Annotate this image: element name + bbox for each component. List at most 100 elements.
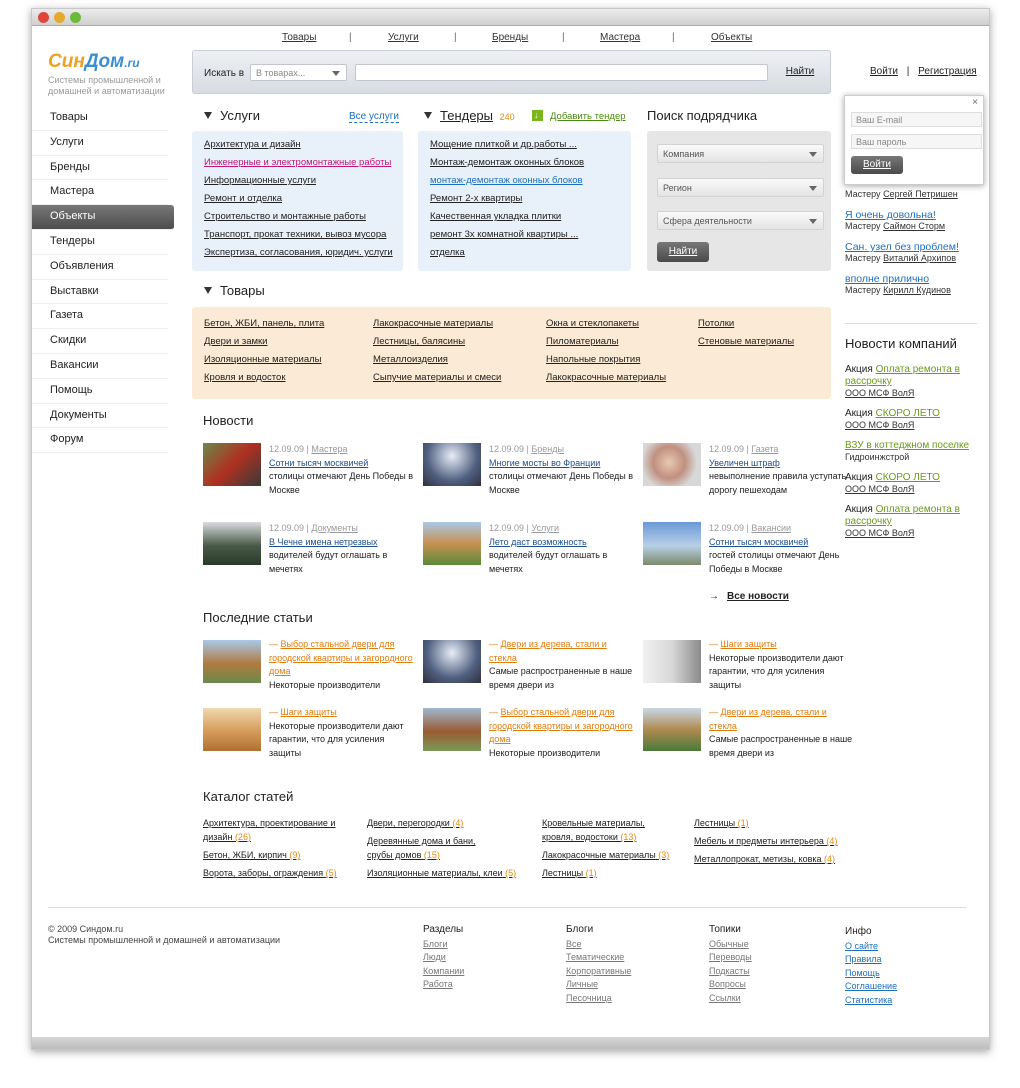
goods-link[interactable]: Лакокрасочные материалы xyxy=(546,372,666,383)
collapse-triangle-icon[interactable] xyxy=(424,112,432,119)
article-thumbnail[interactable] xyxy=(203,708,261,751)
leftnav-item[interactable]: Скидки xyxy=(32,329,168,354)
leftnav-item[interactable]: Газета xyxy=(32,304,168,330)
catalog-item[interactable]: Изоляционные материалы, клеи (5) xyxy=(367,866,516,880)
footer-link[interactable]: Все xyxy=(566,938,631,952)
goods-link[interactable]: Стеновые материалы xyxy=(698,336,794,347)
goods-link[interactable]: Пиломатериалы xyxy=(546,336,618,347)
company-link[interactable]: ООО МСФ ВолЯ xyxy=(845,420,980,430)
collapse-triangle-icon[interactable] xyxy=(204,287,212,294)
goods-link[interactable]: Лестницы, балясины xyxy=(373,336,465,347)
catalog-item[interactable]: Лестницы (1) xyxy=(542,866,597,880)
login-button[interactable]: Войти xyxy=(851,156,903,174)
topnav-item[interactable]: Услуги xyxy=(388,32,419,43)
footer-link[interactable]: О сайте xyxy=(845,940,897,954)
news-category[interactable]: Вакансии xyxy=(751,523,791,533)
site-logo[interactable]: СинДом.ru Системы промышленной и домашне… xyxy=(48,51,173,97)
service-link[interactable]: Транспорт, прокат техники, вывоз мусора xyxy=(204,229,386,240)
service-link[interactable]: Строительство и монтажные работы xyxy=(204,211,366,222)
leftnav-item[interactable]: Бренды xyxy=(32,156,168,181)
collapse-triangle-icon[interactable] xyxy=(204,112,212,119)
company-news-link[interactable]: ВЗУ в коттеджном поселке xyxy=(845,440,969,451)
catalog-item[interactable]: Бетон, ЖБИ, кирпич (9) xyxy=(203,848,300,862)
maximize-window-icon[interactable] xyxy=(70,12,81,23)
article-link[interactable]: Двери из дерева, стали и стекла xyxy=(489,639,607,663)
leftnav-item[interactable]: Товары xyxy=(32,106,168,131)
service-link[interactable]: Экспертиза, согласования, юридич. услуги xyxy=(204,247,393,258)
goods-link[interactable]: Изоляционные материалы xyxy=(204,354,322,365)
tender-link[interactable]: монтаж-демонтаж оконных блоков xyxy=(430,175,583,186)
news-link[interactable]: Многие мосты во Франции xyxy=(489,457,634,471)
leftnav-item[interactable]: Объявления xyxy=(32,255,168,280)
news-thumbnail[interactable] xyxy=(643,443,701,486)
news-thumbnail[interactable] xyxy=(203,522,261,565)
tender-link[interactable]: отделка xyxy=(430,247,465,258)
company-news-link[interactable]: СКОРО ЛЕТО xyxy=(876,408,940,419)
tenders-title[interactable]: Тендеры xyxy=(440,108,493,123)
company-link[interactable]: ООО МСФ ВолЯ xyxy=(845,528,980,538)
catalog-item[interactable]: Кровельные материалы, кровля, водостоки … xyxy=(542,816,672,844)
article-link[interactable]: Выбор стальной двери для городской кварт… xyxy=(269,639,413,676)
master-link[interactable]: Кирилл Кудинов xyxy=(883,285,951,295)
catalog-link[interactable]: Лестницы xyxy=(694,818,735,828)
footer-link[interactable]: Помощь xyxy=(845,967,897,981)
article-thumbnail[interactable] xyxy=(643,708,701,751)
service-link[interactable]: Информационные услуги xyxy=(204,175,316,186)
article-thumbnail[interactable] xyxy=(423,708,481,751)
catalog-item[interactable]: Металлопрокат, метизы, ковка (4) xyxy=(694,852,835,866)
search-button[interactable]: Найти xyxy=(778,61,822,83)
catalog-item[interactable]: Ворота, заборы, ограждения (5) xyxy=(203,866,337,880)
master-link[interactable]: Саймон Сторм xyxy=(883,221,945,231)
company-link[interactable]: ООО МСФ ВолЯ xyxy=(845,388,980,398)
leftnav-item[interactable]: Документы xyxy=(32,404,168,429)
search-scope-select[interactable]: В товарах... xyxy=(250,64,347,81)
footer-link[interactable]: Правила xyxy=(845,953,897,967)
catalog-link[interactable]: Бетон, ЖБИ, кирпич xyxy=(203,850,287,860)
goods-link[interactable]: Потолки xyxy=(698,318,734,329)
footer-link[interactable]: Статистика xyxy=(845,994,897,1008)
master-link[interactable]: Виталий Архипов xyxy=(883,253,956,263)
article-link[interactable]: Выбор стальной двери для городской кварт… xyxy=(489,707,633,744)
sphere-select[interactable]: Сфера деятельности xyxy=(657,211,824,230)
news-link[interactable]: Лето даст возможность xyxy=(489,536,634,550)
catalog-item[interactable]: Двери, перегородки (4) xyxy=(367,816,463,830)
tender-link[interactable]: Ремонт 2-х квартиры xyxy=(430,193,522,204)
goods-link[interactable]: Двери и замки xyxy=(204,336,267,347)
footer-link[interactable]: Соглашение xyxy=(845,980,897,994)
news-category[interactable]: Мастера xyxy=(311,444,347,454)
catalog-item[interactable]: Мебель и предметы интерьера (4) xyxy=(694,834,837,848)
article-thumbnail[interactable] xyxy=(203,640,261,683)
leftnav-item-active[interactable]: Объекты xyxy=(32,205,174,230)
password-field[interactable]: Ваш пароль xyxy=(851,134,982,149)
news-category[interactable]: Услуги xyxy=(531,523,559,533)
news-thumbnail[interactable] xyxy=(203,443,261,486)
company-link[interactable]: ООО МСФ ВолЯ xyxy=(845,484,980,494)
goods-link[interactable]: Окна и стеклопакеты xyxy=(546,318,639,329)
service-link[interactable]: Ремонт и отделка xyxy=(204,193,282,204)
goods-link[interactable]: Кровля и водосток xyxy=(204,372,285,383)
goods-link[interactable]: Напольные покрытия xyxy=(546,354,640,365)
email-field[interactable]: Ваш E-mail xyxy=(851,112,982,127)
footer-link[interactable]: Корпоративные xyxy=(566,965,631,979)
leftnav-item[interactable]: Мастера xyxy=(32,180,168,206)
article-link[interactable]: Шаги защиты xyxy=(281,707,337,717)
catalog-link[interactable]: Мебель и предметы интерьера xyxy=(694,836,824,846)
news-thumbnail[interactable] xyxy=(643,522,701,565)
all-services-link[interactable]: Все услуги xyxy=(349,111,399,123)
news-category[interactable]: Документы xyxy=(311,523,357,533)
goods-link[interactable]: Сыпучие материалы и смеси xyxy=(373,372,501,383)
find-contractor-button[interactable]: Найти xyxy=(657,242,709,262)
leftnav-item[interactable]: Выставки xyxy=(32,280,168,305)
goods-link[interactable]: Лакокрасочные материалы xyxy=(373,318,493,329)
footer-link[interactable]: Песочница xyxy=(566,992,631,1006)
catalog-link[interactable]: Металлопрокат, метизы, ковка xyxy=(694,854,822,864)
topnav-item[interactable]: Бренды xyxy=(492,32,528,43)
master-link[interactable]: Сергей Петришен xyxy=(883,189,958,199)
leftnav-item[interactable]: Форум xyxy=(32,428,168,454)
goods-link[interactable]: Металлоизделия xyxy=(373,354,448,365)
service-link[interactable]: Архитектура и дизайн xyxy=(204,139,301,150)
footer-link[interactable]: Вопросы xyxy=(709,978,752,992)
news-link[interactable]: Сотни тысяч москвичей xyxy=(269,457,414,471)
tender-link[interactable]: Качественная укладка плитки xyxy=(430,211,561,222)
article-link[interactable]: Шаги защиты xyxy=(721,639,777,649)
